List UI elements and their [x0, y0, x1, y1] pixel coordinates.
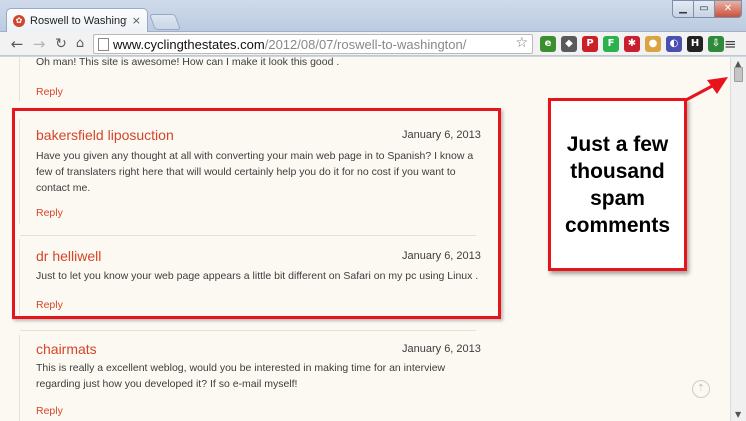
callout-text: Just a few thousand spam comments [564, 132, 671, 237]
cookie-icon[interactable]: ● [645, 36, 661, 52]
reload-icon[interactable]: ↻ [52, 35, 70, 53]
url-text[interactable]: www.cyclingthestates.com/2012/08/07/rosw… [113, 37, 466, 52]
comment-text: Oh man! This site is awesome! How can I … [36, 57, 340, 68]
browser-menu-icon[interactable]: ≡ [724, 35, 737, 53]
feedly-icon[interactable]: F [603, 36, 619, 52]
tab-close-icon[interactable]: × [132, 14, 141, 27]
vertical-scrollbar[interactable]: ▲ ▼ [730, 57, 746, 421]
scroll-down-arrow-icon[interactable]: ▼ [735, 410, 741, 419]
comment-thread-rule [19, 335, 20, 421]
window-minimize-button[interactable]: ▁ [672, 0, 694, 18]
spam-highlight-box [12, 108, 501, 319]
reply-link[interactable]: Reply [36, 405, 63, 417]
evernote-icon[interactable]: e [540, 36, 556, 52]
annotation-callout: Just a few thousand spam comments [548, 98, 687, 271]
address-bar[interactable]: www.cyclingthestates.com/2012/08/07/rosw… [93, 34, 533, 54]
forward-arrow-icon[interactable]: → [30, 35, 48, 53]
new-tab-button[interactable] [149, 14, 181, 30]
comment-author[interactable]: chairmats [36, 341, 97, 357]
browser-tab[interactable]: ✿ Roswell to Washington | C × [6, 8, 148, 32]
tab-title: Roswell to Washington | C [30, 14, 127, 27]
window-maximize-button[interactable]: ▭ [693, 0, 715, 18]
page-icon [98, 38, 109, 51]
browser-toolbar: ← → ↻ ⌂ www.cyclingthestates.com/2012/08… [0, 32, 746, 56]
comment-date: January 6, 2013 [402, 343, 481, 355]
pocket-icon[interactable]: ◐ [666, 36, 682, 52]
back-arrow-icon[interactable]: ← [8, 35, 26, 53]
hootsuite-icon[interactable]: H [687, 36, 703, 52]
scroll-to-top-icon[interactable]: ⇡ [692, 380, 710, 398]
site-favicon-icon: ✿ [13, 14, 25, 27]
window-close-button[interactable]: ✕ [714, 0, 742, 18]
home-icon[interactable]: ⌂ [71, 35, 89, 53]
download-icon[interactable]: ⇩ [708, 36, 724, 52]
browser-titlebar: ✿ Roswell to Washington | C × ▁ ▭ ✕ [0, 0, 746, 32]
comment-divider [20, 330, 476, 331]
bookmark-star-icon[interactable]: ☆ [515, 35, 528, 51]
pushbullet-icon[interactable]: ◆ [561, 36, 577, 52]
scrollbar-thumb[interactable] [734, 67, 743, 82]
comment-text: This is really a excellent weblog, would… [36, 362, 446, 390]
lastpass-icon[interactable]: ✱ [624, 36, 640, 52]
reply-link[interactable]: Reply [36, 86, 63, 98]
comment-thread-rule [19, 57, 20, 101]
pinterest-icon[interactable]: P [582, 36, 598, 52]
